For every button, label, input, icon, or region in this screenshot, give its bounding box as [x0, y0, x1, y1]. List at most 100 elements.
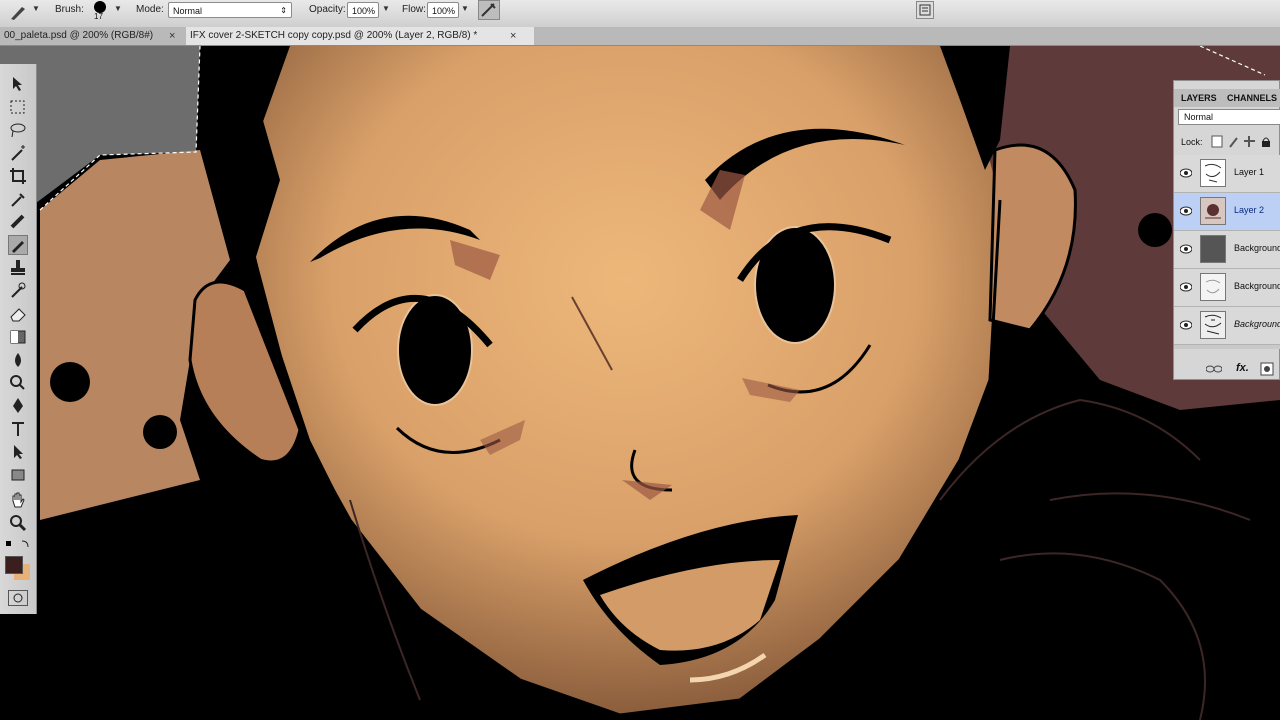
artwork: [0, 46, 1280, 720]
layers-panel-footer: fx.: [1174, 359, 1280, 379]
shape-icon: [11, 469, 25, 481]
healing-icon: [10, 214, 25, 229]
crop-icon: [10, 168, 26, 184]
layer-name: Background: [1234, 243, 1280, 253]
quick-mask-button[interactable]: [8, 590, 28, 606]
zoom-icon: [10, 515, 27, 532]
magic-wand-icon: [11, 145, 25, 161]
lasso-icon: [10, 123, 26, 138]
toolbox: [0, 64, 37, 614]
layer-name: Layer 2: [1234, 205, 1265, 215]
move-tool[interactable]: [8, 74, 28, 94]
layer-row-layer-1[interactable]: Layer 1: [1174, 155, 1280, 193]
lock-icons: [1211, 135, 1270, 148]
swap-colors-icon: [6, 540, 29, 548]
opacity-label: Opacity:: [309, 4, 346, 15]
layer-thumbnail: [1200, 311, 1226, 339]
tab-layers[interactable]: LAYERS: [1181, 89, 1217, 107]
type-tool[interactable]: [8, 419, 28, 439]
opacity-input[interactable]: 100%: [347, 2, 379, 18]
eraser-tool[interactable]: [8, 304, 28, 324]
dodge-tool[interactable]: [8, 373, 28, 393]
tab-ifx-cover[interactable]: IFX cover 2-SKETCH copy copy.psd @ 200% …: [186, 27, 534, 45]
flow-label: Flow:: [402, 4, 426, 15]
visibility-eye-icon[interactable]: [1180, 282, 1192, 292]
layers-panel: LAYERS CHANNELS Normal Lock: Layer 1 Lay…: [1173, 80, 1280, 380]
layer-thumbnail: [1200, 159, 1226, 187]
tab-ifx-cover-label: IFX cover 2-SKETCH copy copy.psd @ 200% …: [190, 30, 478, 41]
brush-preset-picker[interactable]: 17: [90, 0, 110, 22]
flow-arrow-icon[interactable]: ▼: [461, 4, 469, 13]
path-select-tool[interactable]: [8, 442, 28, 462]
flow-value: 100%: [432, 6, 456, 16]
link-layers-icon[interactable]: [1206, 364, 1222, 374]
stamp-tool[interactable]: [8, 258, 28, 278]
document-tabs: 00_paleta.psd @ 200% (RGB/8#) × IFX cove…: [0, 27, 1280, 46]
lasso-tool[interactable]: [8, 120, 28, 140]
eraser-icon: [10, 308, 26, 322]
layer-row-background-3[interactable]: Background: [1174, 307, 1280, 345]
blend-mode-value: Normal: [1184, 112, 1214, 122]
visibility-eye-icon[interactable]: [1180, 206, 1192, 216]
blend-mode-select[interactable]: Normal: [1178, 109, 1280, 125]
tab-paleta-label: 00_paleta.psd @ 200% (RGB/8#): [4, 30, 154, 41]
path-select-icon: [14, 445, 23, 459]
visibility-eye-icon[interactable]: [1180, 320, 1192, 330]
brush-picker-arrow-icon[interactable]: ▼: [114, 4, 122, 13]
layer-row-layer-2[interactable]: Layer 2: [1174, 193, 1280, 231]
mode-select[interactable]: Normal ⇕: [168, 2, 292, 18]
layer-name: Layer 1: [1234, 167, 1265, 177]
layer-style-fx-button[interactable]: fx.: [1236, 362, 1249, 374]
type-icon: [12, 422, 24, 436]
visibility-eye-icon[interactable]: [1180, 168, 1192, 178]
visibility-eye-icon[interactable]: [1180, 244, 1192, 254]
pen-icon: [13, 398, 23, 413]
quick-mask-icon: [13, 593, 23, 603]
brush-tool[interactable]: [8, 235, 28, 255]
gradient-tool[interactable]: [8, 327, 28, 347]
pen-tool[interactable]: [8, 396, 28, 416]
blur-icon: [15, 353, 21, 367]
healing-tool[interactable]: [8, 212, 28, 232]
opacity-arrow-icon[interactable]: ▼: [382, 4, 390, 13]
airbrush-icon: [481, 3, 496, 17]
document-canvas[interactable]: [0, 46, 1280, 720]
tab-paleta-close-icon[interactable]: ×: [169, 27, 175, 45]
add-mask-icon[interactable]: [1260, 362, 1274, 376]
blur-tool[interactable]: [8, 350, 28, 370]
lock-label: Lock:: [1181, 137, 1203, 147]
panel-icon: [919, 4, 931, 16]
marquee-tool[interactable]: [8, 97, 28, 117]
tool-preset-arrow-icon[interactable]: ▼: [32, 4, 40, 13]
hand-tool[interactable]: [8, 490, 28, 510]
hand-icon: [12, 492, 25, 508]
eyedropper-icon: [11, 193, 25, 207]
layer-thumbnail: [1200, 197, 1226, 225]
brush-tool-icon[interactable]: [8, 3, 30, 21]
opacity-value: 100%: [352, 6, 376, 16]
airbrush-toggle[interactable]: [478, 0, 500, 20]
zoom-tool[interactable]: [8, 513, 28, 533]
layer-row-background-1[interactable]: Background: [1174, 231, 1280, 269]
marquee-icon: [10, 100, 25, 114]
brush-panel-toggle[interactable]: [916, 1, 934, 19]
color-swap-controls[interactable]: [4, 539, 32, 551]
crop-tool[interactable]: [8, 166, 28, 186]
shape-tool[interactable]: [8, 465, 28, 485]
magic-wand-tool[interactable]: [8, 143, 28, 163]
tab-paleta[interactable]: 00_paleta.psd @ 200% (RGB/8#): [0, 27, 178, 45]
tab-channels[interactable]: CHANNELS: [1227, 89, 1277, 107]
history-brush-tool[interactable]: [8, 281, 28, 301]
foreground-color-swatch[interactable]: [5, 556, 23, 574]
layer-thumbnail: [1200, 273, 1226, 301]
brush-size: 17: [94, 12, 103, 21]
tab-ifx-cover-close-icon[interactable]: ×: [510, 27, 516, 45]
eyedropper-tool[interactable]: [8, 189, 28, 209]
gradient-icon: [10, 330, 26, 344]
flow-input[interactable]: 100%: [427, 2, 459, 18]
options-bar: ▼ Brush: 17 ▼ Mode: Normal ⇕ Opacity: 10…: [0, 0, 1280, 28]
mode-select-arrow-icon: ⇕: [280, 6, 287, 15]
layer-row-background-2[interactable]: Background: [1174, 269, 1280, 307]
stamp-icon: [11, 260, 25, 275]
brush-icon: [12, 241, 24, 253]
